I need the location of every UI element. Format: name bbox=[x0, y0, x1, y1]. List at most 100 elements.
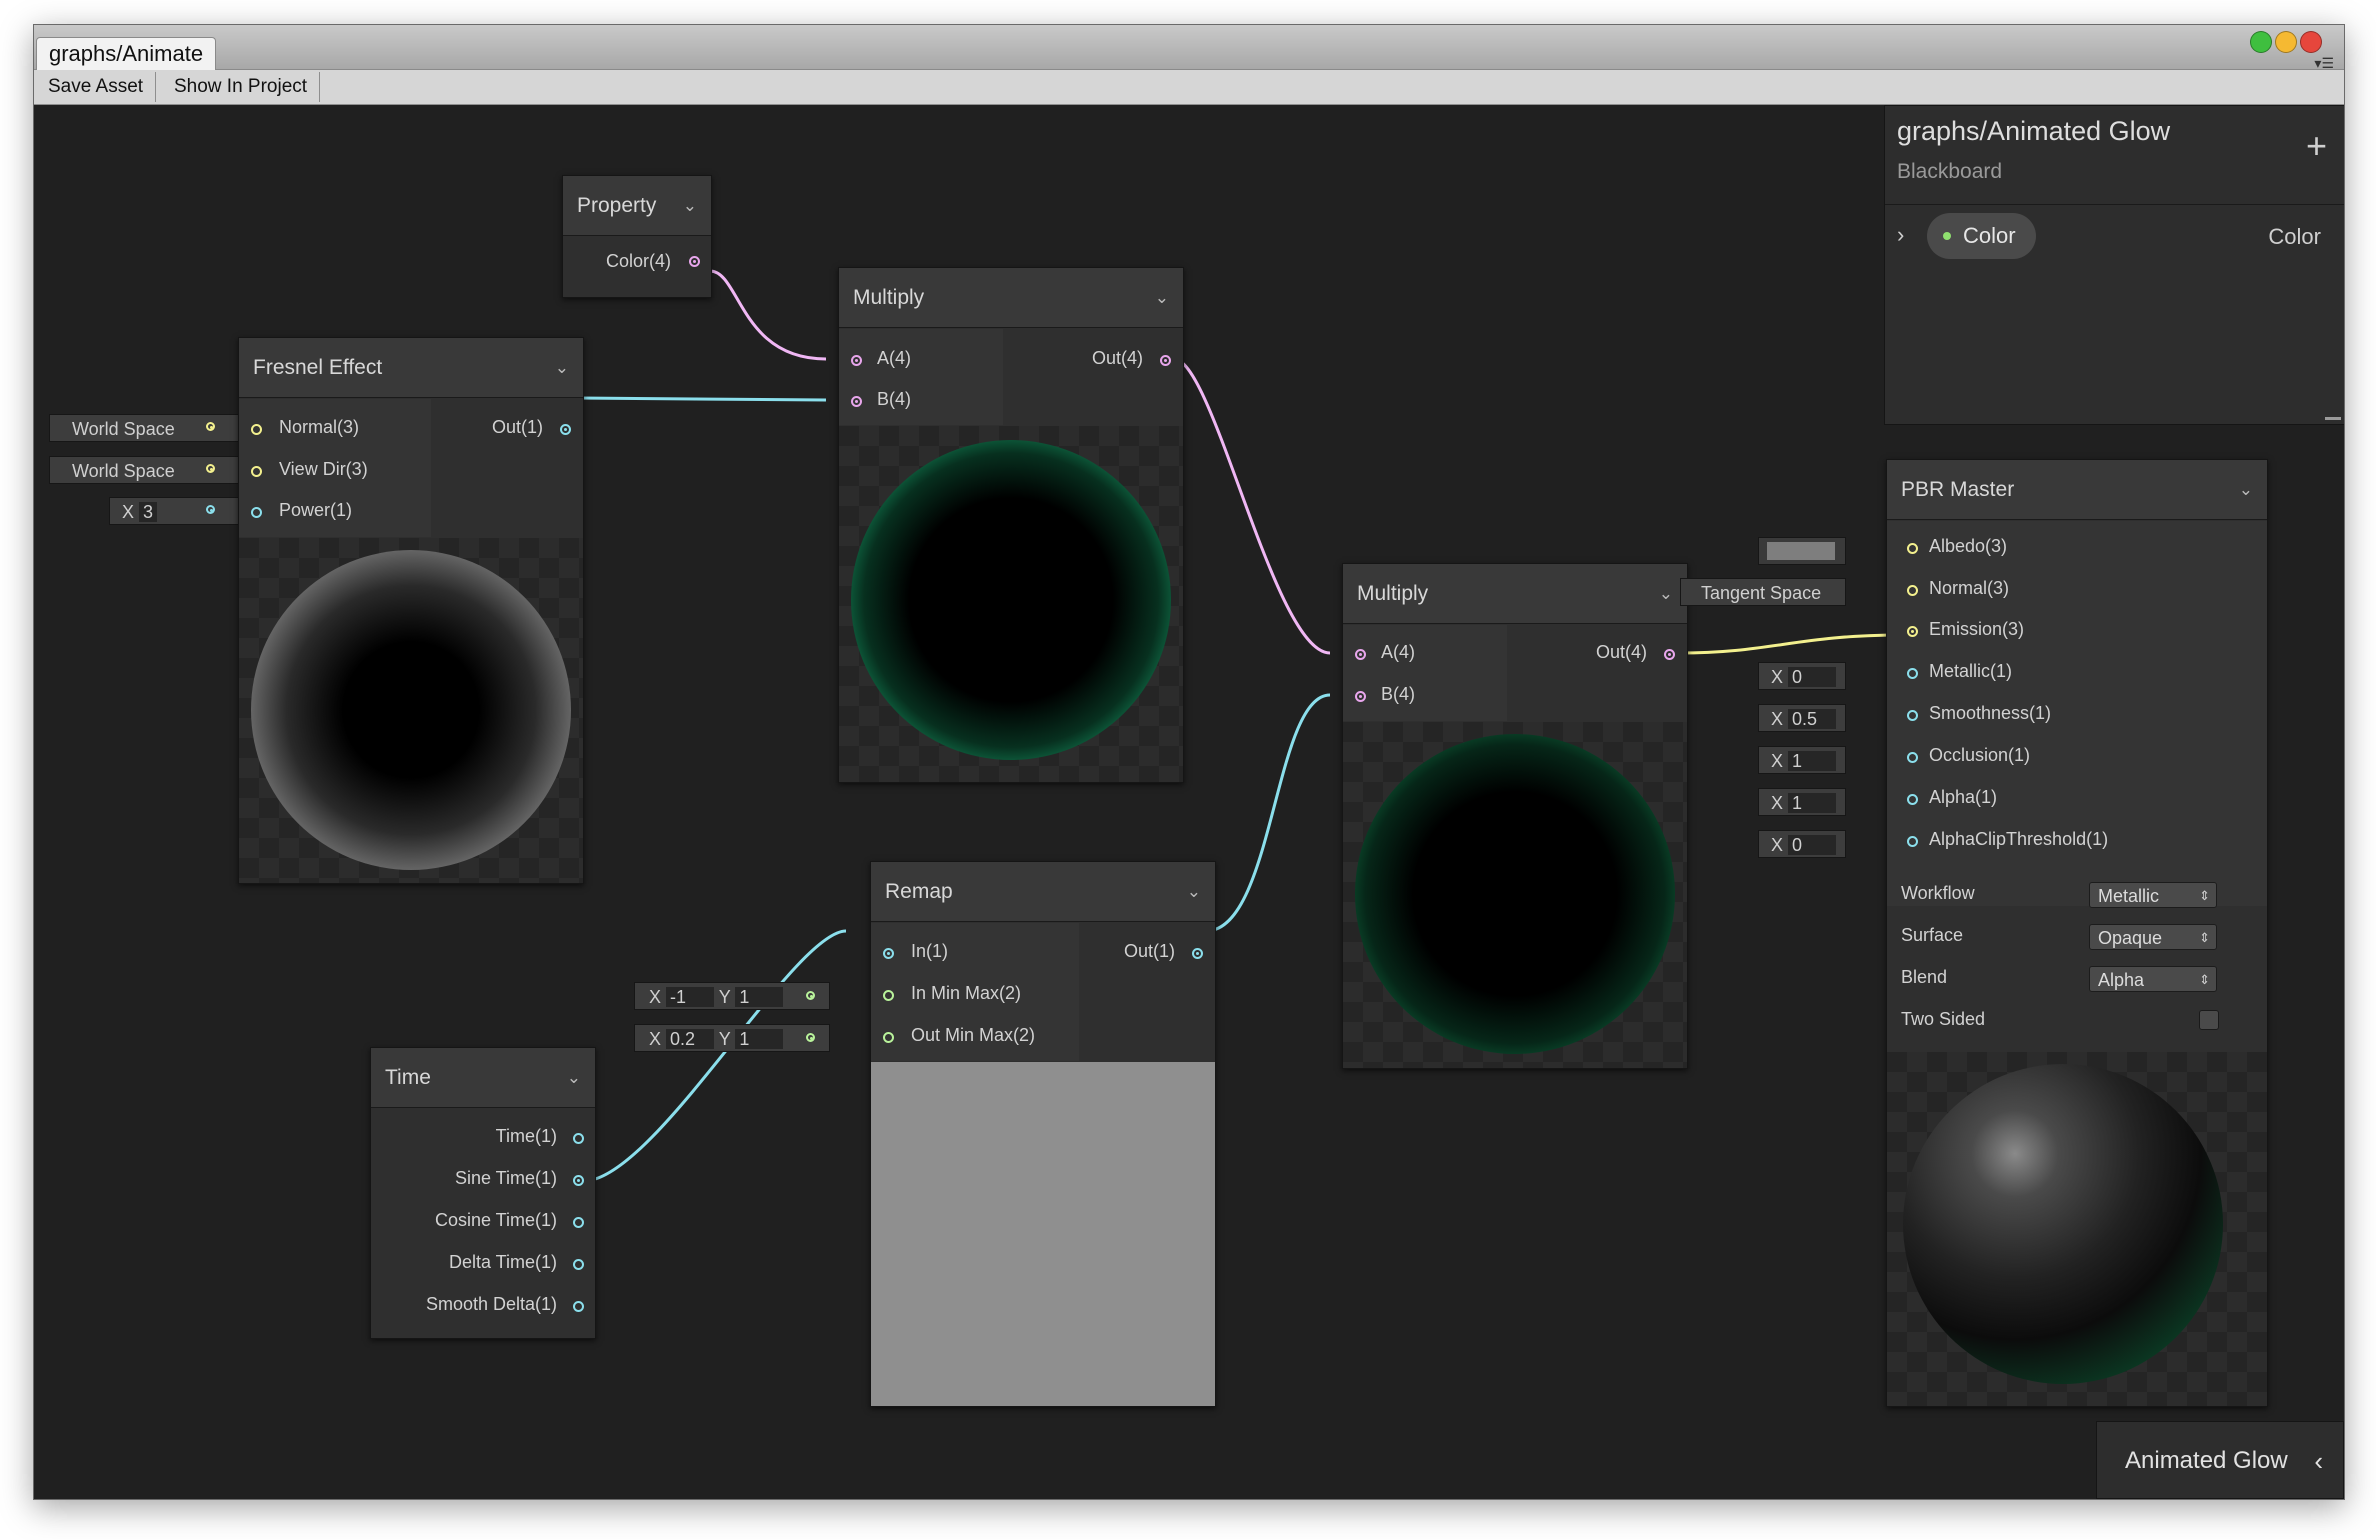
remap-node[interactable]: Remap ⌄ In(1) In Min Max(2) Out Min Max(2… bbox=[870, 861, 1216, 1407]
node-header[interactable]: Multiply ⌄ bbox=[1343, 564, 1687, 624]
window-tab[interactable]: graphs/Animate bbox=[36, 37, 217, 70]
chevron-down-icon[interactable]: ⌄ bbox=[1155, 268, 1169, 328]
surface-dropdown[interactable]: Opaque bbox=[2089, 924, 2217, 951]
input-port-albedo[interactable] bbox=[1907, 543, 1918, 554]
preview-sphere bbox=[1355, 734, 1675, 1054]
input-port-a[interactable] bbox=[851, 355, 862, 366]
input-port-b[interactable] bbox=[851, 396, 862, 407]
input-label: Metallic(1) bbox=[1929, 661, 2013, 681]
input-port-occlusion[interactable] bbox=[1907, 752, 1918, 763]
chevron-down-icon[interactable]: ⌄ bbox=[2239, 460, 2253, 520]
fresnel-power-field[interactable]: X 3 bbox=[109, 497, 239, 525]
node-title: Multiply bbox=[853, 286, 925, 309]
output-port[interactable] bbox=[689, 256, 700, 267]
node-title: Remap bbox=[885, 880, 953, 903]
minimize-button[interactable] bbox=[2250, 31, 2272, 53]
input-port-power[interactable] bbox=[251, 507, 262, 518]
connector-dot bbox=[206, 505, 215, 514]
node-header[interactable]: Multiply ⌄ bbox=[839, 268, 1183, 328]
graph-canvas[interactable]: Property ⌄ Color(4) World Space World Spa… bbox=[34, 105, 2344, 1499]
main-preview-label: Animated Glow bbox=[2125, 1447, 2288, 1474]
input-label: AlphaClipThreshold(1) bbox=[1929, 829, 2109, 849]
albedo-color-field[interactable] bbox=[1758, 537, 1846, 565]
workflow-label: Workflow bbox=[1901, 883, 1975, 903]
output-port-smooth-delta[interactable] bbox=[573, 1301, 584, 1312]
fresnel-effect-node[interactable]: Fresnel Effect ⌄ Normal(3) View Dir(3) Po… bbox=[238, 337, 584, 884]
input-port-alpha-clip[interactable] bbox=[1907, 836, 1918, 847]
input-port-viewdir[interactable] bbox=[251, 466, 262, 477]
output-port-time[interactable] bbox=[573, 1133, 584, 1144]
close-button[interactable] bbox=[2300, 31, 2322, 53]
zoom-button[interactable] bbox=[2275, 31, 2297, 53]
input-label: In Min Max(2) bbox=[911, 983, 1022, 1003]
plus-icon[interactable]: + bbox=[2306, 128, 2327, 164]
output-port-cosine-time[interactable] bbox=[573, 1217, 584, 1228]
remap-out-min-max-field[interactable]: X 0.2 Y 1 bbox=[634, 1024, 830, 1052]
output-port-delta-time[interactable] bbox=[573, 1259, 584, 1270]
input-port-alpha[interactable] bbox=[1907, 794, 1918, 805]
output-port-sine-time[interactable] bbox=[573, 1175, 584, 1186]
two-sided-checkbox[interactable] bbox=[2199, 1010, 2219, 1030]
node-title: Time bbox=[385, 1066, 431, 1089]
input-port-b[interactable] bbox=[1355, 691, 1366, 702]
node-title: Multiply bbox=[1357, 582, 1429, 605]
input-label: B(4) bbox=[1381, 684, 1416, 704]
alpha-field[interactable]: X 1 bbox=[1758, 788, 1846, 816]
show-in-project-button[interactable]: Show In Project bbox=[162, 72, 321, 102]
chevron-left-icon[interactable]: ‹ bbox=[2314, 1422, 2323, 1499]
remap-in-min-max-field[interactable]: X -1 Y 1 bbox=[634, 982, 830, 1010]
node-header[interactable]: Time ⌄ bbox=[371, 1048, 595, 1108]
property-color-dot bbox=[1943, 232, 1951, 240]
input-label: Out Min Max(2) bbox=[911, 1025, 1036, 1045]
pbr-master-node[interactable]: PBR Master ⌄ Albedo(3) Normal(3) Emission… bbox=[1886, 459, 2268, 1407]
blackboard-subtitle: Blackboard bbox=[1897, 160, 2003, 183]
input-port-metallic[interactable] bbox=[1907, 668, 1918, 679]
pbr-normal-default[interactable]: Tangent Space bbox=[1680, 578, 1846, 606]
input-port-normal[interactable] bbox=[1907, 585, 1918, 596]
expand-chevron-icon[interactable]: › bbox=[1897, 222, 1904, 248]
main-preview-tab[interactable]: Animated Glow ‹ bbox=[2096, 1421, 2344, 1499]
output-port[interactable] bbox=[1664, 649, 1675, 660]
input-port-normal[interactable] bbox=[251, 424, 262, 435]
node-header[interactable]: Remap ⌄ bbox=[871, 862, 1215, 922]
chevron-down-icon[interactable]: ⌄ bbox=[1659, 564, 1673, 624]
output-label: Time(1) bbox=[495, 1126, 557, 1146]
input-label: In(1) bbox=[911, 941, 949, 961]
input-port-out-min-max[interactable] bbox=[883, 1032, 894, 1043]
property-pill[interactable]: Color bbox=[1927, 213, 2036, 259]
input-port-in[interactable] bbox=[883, 948, 894, 959]
preview bbox=[871, 1062, 1215, 1406]
input-port-emission[interactable] bbox=[1907, 626, 1918, 637]
input-port-a[interactable] bbox=[1355, 649, 1366, 660]
node-header[interactable]: Fresnel Effect ⌄ bbox=[239, 338, 583, 398]
preview-sphere bbox=[851, 440, 1171, 760]
output-port[interactable] bbox=[1192, 948, 1203, 959]
property-type-label: Color bbox=[2268, 224, 2321, 249]
workflow-dropdown[interactable]: Metallic bbox=[2089, 882, 2217, 909]
input-port-in-min-max[interactable] bbox=[883, 990, 894, 1001]
occlusion-field[interactable]: X 1 bbox=[1758, 746, 1846, 774]
blend-dropdown[interactable]: Alpha bbox=[2089, 966, 2217, 993]
resize-handle[interactable] bbox=[2325, 417, 2341, 420]
chevron-down-icon[interactable]: ⌄ bbox=[567, 1048, 581, 1108]
multiply-node-2[interactable]: Multiply ⌄ A(4) B(4) Out(4) bbox=[1342, 563, 1688, 1069]
node-header[interactable]: PBR Master ⌄ bbox=[1887, 460, 2267, 520]
blackboard-title: graphs/Animated Glow bbox=[1897, 116, 2171, 146]
input-port-smoothness[interactable] bbox=[1907, 710, 1918, 721]
save-asset-button[interactable]: Save Asset bbox=[36, 72, 157, 102]
chevron-down-icon[interactable]: ⌄ bbox=[1187, 862, 1201, 922]
metallic-field[interactable]: X 0 bbox=[1758, 662, 1846, 690]
alpha-clip-field[interactable]: X 0 bbox=[1758, 830, 1846, 858]
smoothness-field[interactable]: X 0.5 bbox=[1758, 704, 1846, 732]
preview bbox=[1343, 722, 1687, 1068]
output-port[interactable] bbox=[1160, 355, 1171, 366]
time-node[interactable]: Time ⌄ Time(1) Sine Time(1) Cosine Time(1… bbox=[370, 1047, 596, 1339]
node-title: Property bbox=[577, 194, 657, 217]
chevron-down-icon[interactable]: ⌄ bbox=[683, 176, 697, 236]
multiply-node-1[interactable]: Multiply ⌄ A(4) B(4) Out(4) bbox=[838, 267, 1184, 783]
output-port[interactable] bbox=[560, 424, 571, 435]
output-label: Sine Time(1) bbox=[454, 1168, 557, 1188]
node-header[interactable]: Property ⌄ bbox=[563, 176, 711, 236]
chevron-down-icon[interactable]: ⌄ bbox=[555, 338, 569, 398]
property-node[interactable]: Property ⌄ Color(4) bbox=[562, 175, 712, 298]
